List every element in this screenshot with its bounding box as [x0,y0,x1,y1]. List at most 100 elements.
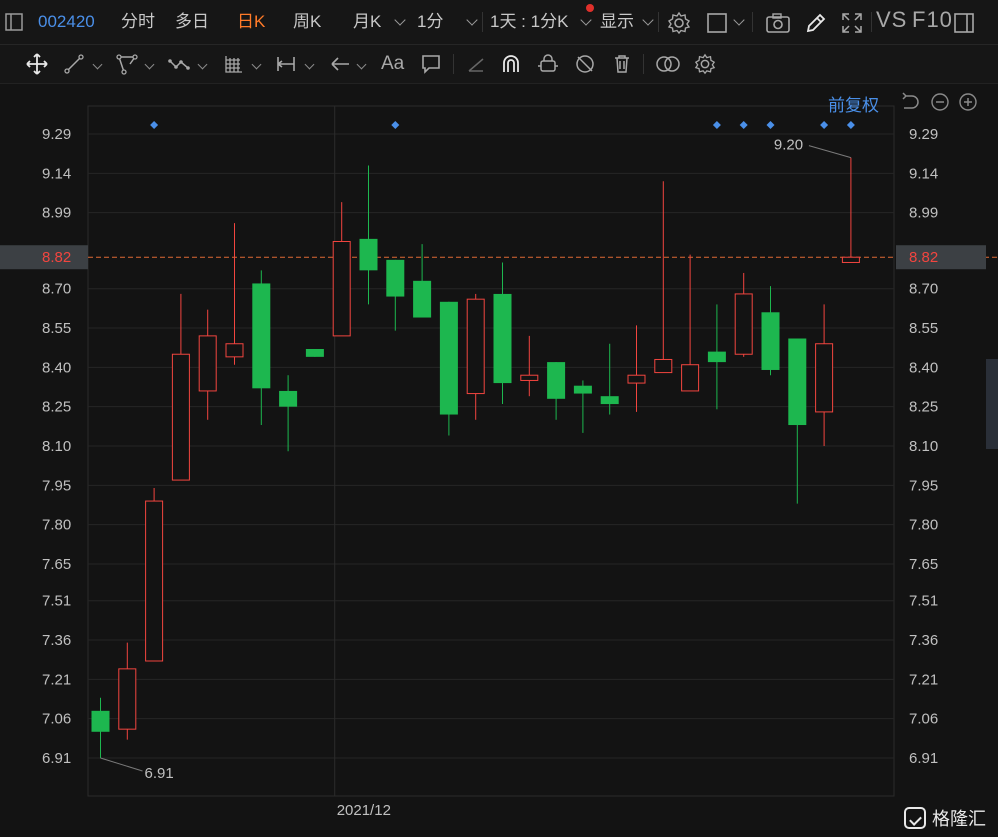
candle-body [573,385,592,394]
period-selector[interactable]: 1天 : 1分K [490,11,568,33]
candle-body [145,500,164,662]
panel-toggle-icon[interactable] [953,12,975,40]
candle-body [413,280,432,318]
y-tick-label: 9.29 [909,126,938,143]
chart-area[interactable]: 9.29 9.14 8.99 8.70 8.55 8.40 8.25 8.10 7.95 7.80… [0,84,998,837]
tab-weekly-k[interactable]: 周K [293,11,321,33]
scrollbar[interactable] [986,359,998,449]
current-price-label-right: 8.82 [909,249,938,266]
chevron-down-icon[interactable] [356,59,367,70]
tab-daily-k[interactable]: 日K [237,11,265,33]
tab-1min[interactable]: 1分 [417,11,443,33]
y-tick-label: 8.40 [42,359,71,376]
chevron-down-icon[interactable] [304,59,315,70]
candle-body [815,343,834,413]
y-tick-label: 8.25 [42,399,71,416]
text-tool-icon[interactable]: Aa [381,53,411,75]
tab-intraday[interactable]: 分时 [121,11,155,33]
hide-drawings-icon[interactable] [574,53,596,75]
candle-body [600,396,619,405]
event-marker [820,121,829,129]
trash-icon[interactable] [611,53,633,75]
tab-monthly-k[interactable]: 月K [353,11,381,33]
candle-body [654,358,673,374]
wave-icon[interactable] [168,53,190,75]
y-tick-label: 6.91 [909,750,938,767]
move-icon[interactable] [26,53,48,75]
arrow-left-icon[interactable] [329,53,351,75]
min-price-label: 6.91 [145,765,174,782]
event-marker [766,121,775,129]
trend-line-icon[interactable] [63,53,85,75]
candle-body [332,240,351,337]
compare-button[interactable]: VS [876,9,907,31]
y-tick-label: 7.65 [42,556,71,573]
divider [453,54,454,74]
logo-icon [904,807,926,829]
y-tick-label: 8.10 [42,438,71,455]
tab-multiday[interactable]: 多日 [175,11,209,33]
layout-icon[interactable] [706,12,728,40]
candle-body [359,238,378,271]
camera-icon[interactable] [765,12,791,40]
candles [91,157,860,758]
y-tick-label: 8.70 [909,281,938,298]
y-tick-label: 7.06 [42,711,71,728]
gear-icon[interactable] [667,11,691,41]
chevron-down-icon[interactable] [251,59,262,70]
candle-body [841,256,860,263]
y-tick-label: 8.25 [909,399,938,416]
y-tick-label: 8.40 [909,359,938,376]
y-tick-label: 9.14 [42,165,71,182]
zoom-in-icon[interactable] [958,92,978,112]
measure-icon[interactable] [275,53,297,75]
chevron-down-icon[interactable] [144,59,155,70]
candle-body [118,668,137,730]
grid [0,105,998,797]
lock-drawings-icon[interactable] [537,53,559,75]
chevron-down-icon[interactable] [466,14,478,26]
chevron-down-icon[interactable] [733,14,745,26]
y-axis-right: 9.29 9.14 8.99 8.70 8.55 8.40 8.25 8.10 7.95 7.80… [896,126,986,767]
magnet-icon[interactable] [500,53,522,75]
candle-body [627,374,646,384]
candle-body [198,335,217,392]
top-bar: 002420 分时 多日 日K 周K 月K 1分 1天 : 1分K 显示 VS … [0,0,998,45]
chevron-down-icon[interactable] [580,14,592,26]
sidebar-toggle-icon[interactable] [4,12,24,38]
chevron-down-icon[interactable] [197,59,208,70]
gear-icon[interactable] [694,53,716,75]
y-tick-label: 7.95 [909,477,938,494]
comment-icon[interactable] [420,53,442,75]
y-tick-label: 6.91 [42,750,71,767]
channel-icon[interactable] [116,53,138,75]
adjust-mode-button[interactable]: 前复权 [828,91,879,116]
reset-icon[interactable] [900,92,920,112]
candle-body [91,710,110,732]
fib-grid-icon[interactable] [223,53,245,75]
y-tick-label: 8.99 [909,205,938,222]
divider [643,54,644,74]
event-marker [391,121,400,129]
fullscreen-icon[interactable] [840,11,864,41]
display-menu[interactable]: 显示 [600,11,634,33]
candle-body [788,338,807,426]
min-leader-line [100,757,143,772]
candle-body [252,283,271,389]
chevron-down-icon[interactable] [92,59,103,70]
candle-body [707,351,726,363]
candle-body [493,293,512,384]
stock-code[interactable]: 002420 [38,11,95,33]
f10-button[interactable]: F10 [912,9,953,31]
eraser-line-icon[interactable] [465,53,487,75]
overlay-icon[interactable] [655,53,681,75]
chevron-down-icon[interactable] [642,14,654,26]
pencil-icon[interactable] [804,11,828,41]
chevron-down-icon[interactable] [394,14,406,26]
candlestick-chart[interactable]: 9.29 9.14 8.99 8.70 8.55 8.40 8.25 8.10 7.95 7.80… [0,84,998,837]
candle-body [279,390,298,407]
plot-border [87,105,895,797]
y-tick-label: 8.99 [42,205,71,222]
candle-body [520,374,539,381]
zoom-out-icon[interactable] [930,92,950,112]
